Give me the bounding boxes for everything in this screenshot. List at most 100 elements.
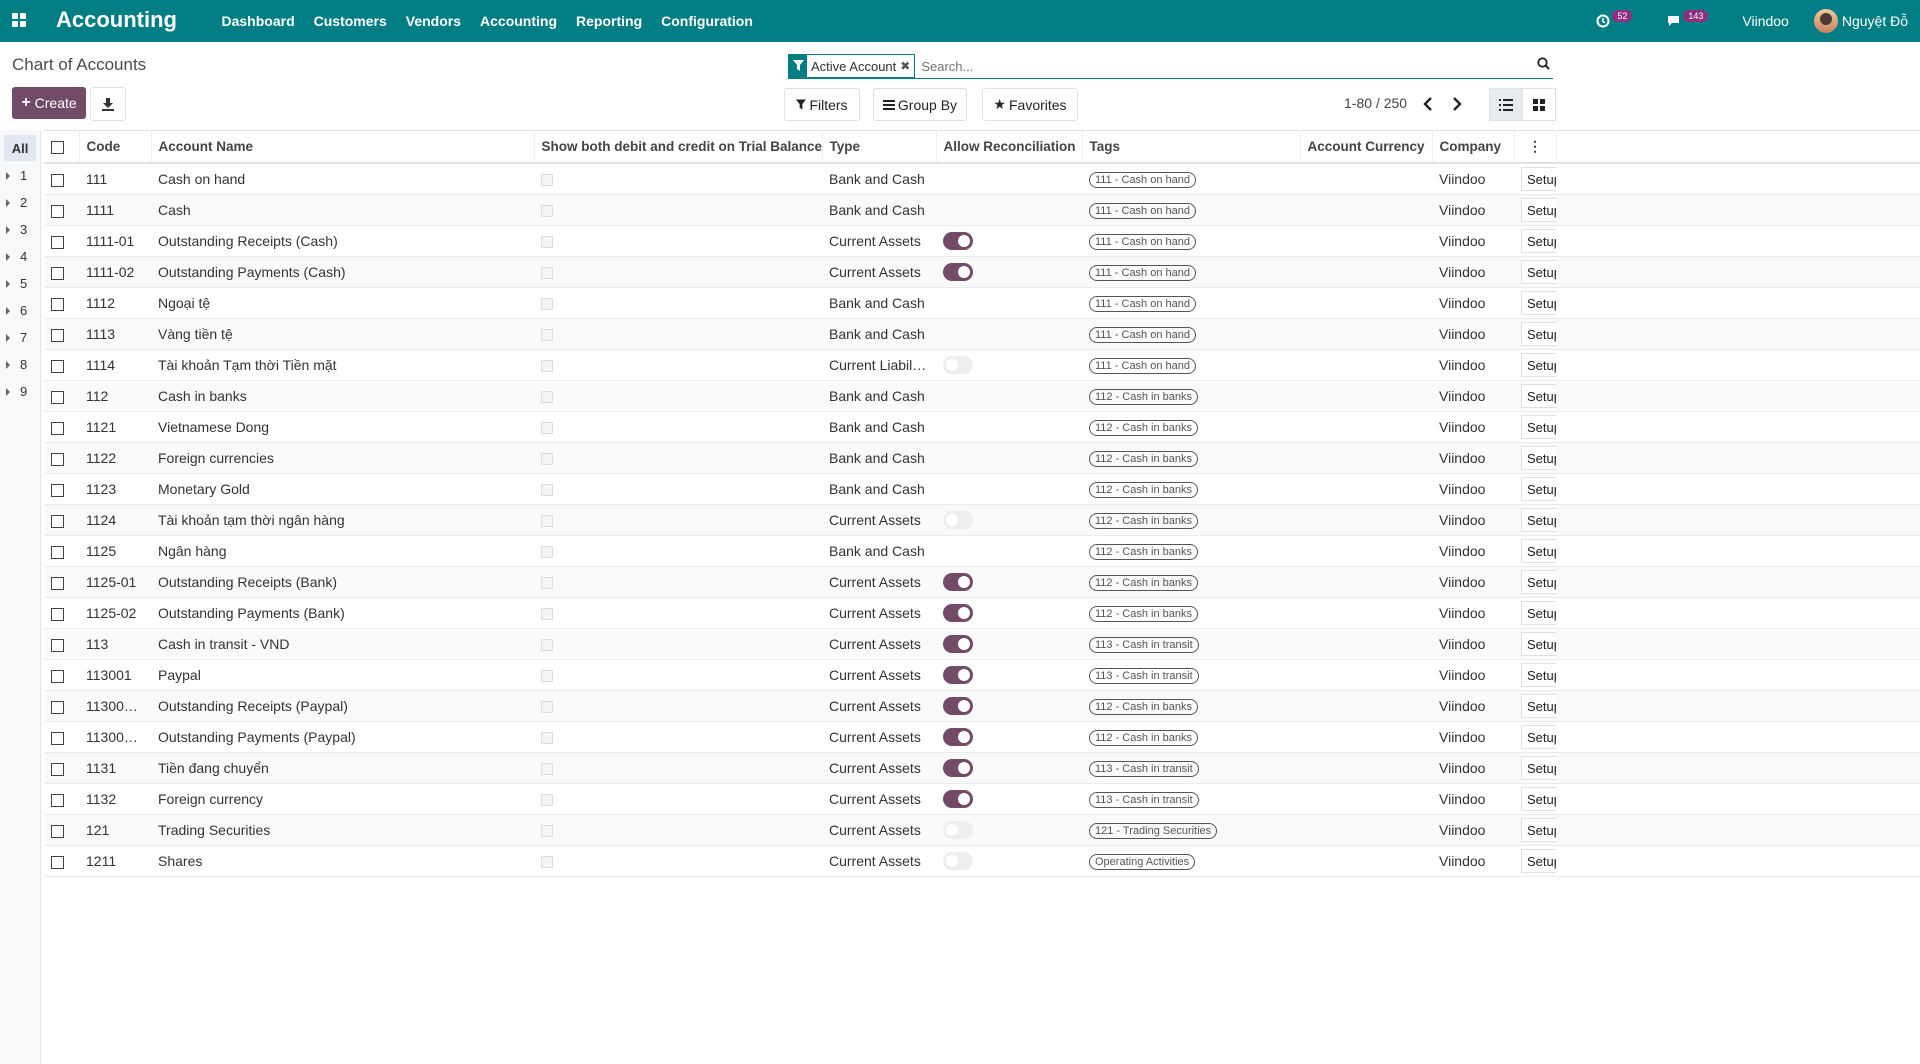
- row-checkbox[interactable]: [51, 545, 64, 559]
- setup-button[interactable]: Setup: [1521, 353, 1556, 377]
- header-tags[interactable]: Tags: [1081, 130, 1300, 164]
- cell-company[interactable]: Viindoo: [1432, 473, 1514, 505]
- cell-account-name[interactable]: Outstanding Receipts (Cash): [151, 225, 534, 257]
- search-panel-item[interactable]: 5: [6, 276, 36, 291]
- cell-company[interactable]: Viindoo: [1432, 845, 1514, 877]
- cell-account-name[interactable]: Paypal: [151, 659, 534, 691]
- table-row[interactable]: 1121 Vietnamese Dong Bank and Cash 112 - Ca…: [44, 411, 1920, 443]
- cell-type[interactable]: Bank and Cash: [822, 380, 936, 412]
- tag-badge[interactable]: 112 - Cash in banks: [1089, 544, 1199, 560]
- row-select-cell[interactable]: [44, 597, 79, 629]
- row-select-cell[interactable]: [44, 349, 79, 381]
- setup-button[interactable]: Setup: [1521, 787, 1556, 811]
- reconcile-toggle[interactable]: [943, 604, 973, 623]
- cell-type[interactable]: Current Assets: [822, 566, 936, 598]
- table-row[interactable]: 113001 Paypal Current Assets 113 - Cash in …: [44, 659, 1920, 691]
- user-menu[interactable]: Nguyệt Đỗ: [1813, 9, 1908, 33]
- setup-button[interactable]: Setup: [1521, 508, 1556, 532]
- cell-code[interactable]: 112: [79, 380, 151, 412]
- cell-type[interactable]: Current Assets: [822, 225, 936, 257]
- cell-account-name[interactable]: Outstanding Payments (Cash): [151, 256, 534, 288]
- row-select-cell[interactable]: [44, 566, 79, 598]
- row-checkbox[interactable]: [51, 731, 64, 745]
- table-row[interactable]: 1122 Foreign currencies Bank and Cash 112 -…: [44, 442, 1920, 474]
- tag-badge[interactable]: Operating Activities: [1089, 854, 1196, 870]
- row-select-cell[interactable]: [44, 535, 79, 567]
- cell-code[interactable]: 113001-...: [79, 721, 151, 753]
- row-select-cell[interactable]: [44, 287, 79, 319]
- cell-code[interactable]: 1123: [79, 473, 151, 505]
- cell-account-name[interactable]: Ngân hàng: [151, 535, 534, 567]
- cell-company[interactable]: Viindoo: [1432, 566, 1514, 598]
- cell-account-name[interactable]: Tài khoản Tạm thời Tiền mặt: [151, 349, 534, 381]
- setup-button[interactable]: Setup: [1521, 694, 1556, 718]
- setup-button[interactable]: Setup: [1521, 849, 1556, 873]
- cell-type[interactable]: Bank and Cash: [822, 442, 936, 474]
- cell-code[interactable]: 1111: [79, 194, 151, 226]
- cell-account-name[interactable]: Cash in transit - VND: [151, 628, 534, 660]
- row-checkbox[interactable]: [51, 638, 64, 652]
- table-row[interactable]: 1131 Tiền đang chuyển Current Assets 113 - …: [44, 752, 1920, 784]
- setup-button[interactable]: Setup: [1521, 446, 1556, 470]
- cell-type[interactable]: Current Assets: [822, 845, 936, 877]
- search-icon[interactable]: [1533, 57, 1553, 75]
- row-checkbox[interactable]: [51, 235, 64, 249]
- row-checkbox[interactable]: [51, 452, 64, 466]
- row-checkbox[interactable]: [51, 266, 64, 280]
- search-panel-all[interactable]: All: [4, 135, 36, 161]
- search-input[interactable]: [919, 57, 1533, 75]
- cell-company[interactable]: Viindoo: [1432, 163, 1514, 195]
- cell-type[interactable]: Bank and Cash: [822, 287, 936, 319]
- apps-menu-icon[interactable]: [12, 13, 26, 27]
- cell-type[interactable]: Current Assets: [822, 256, 936, 288]
- setup-button[interactable]: Setup: [1521, 725, 1556, 749]
- reconcile-toggle[interactable]: [943, 790, 973, 809]
- cell-type[interactable]: Current Assets: [822, 659, 936, 691]
- cell-company[interactable]: Viindoo: [1432, 442, 1514, 474]
- messaging-menu[interactable]: 143: [1666, 10, 1709, 28]
- cell-account-name[interactable]: Foreign currencies: [151, 442, 534, 474]
- cell-account-name[interactable]: Tài khoản tạm thời ngân hàng: [151, 504, 534, 536]
- reconcile-toggle[interactable]: [943, 263, 973, 282]
- table-row[interactable]: 1113 Vàng tiền tệ Bank and Cash 111 - Cash …: [44, 318, 1920, 350]
- setup-button[interactable]: Setup: [1521, 539, 1556, 563]
- header-account-name[interactable]: Account Name: [150, 130, 534, 164]
- setup-button[interactable]: Setup: [1521, 663, 1556, 687]
- reconcile-toggle[interactable]: [943, 697, 973, 716]
- setup-button[interactable]: Setup: [1521, 229, 1556, 253]
- row-select-cell[interactable]: [44, 845, 79, 877]
- table-row[interactable]: 112 Cash in banks Bank and Cash 112 - Cash …: [44, 380, 1920, 412]
- reconcile-toggle[interactable]: [943, 852, 973, 871]
- cell-code[interactable]: 1211: [79, 845, 151, 877]
- row-select-cell[interactable]: [44, 163, 79, 195]
- cell-account-name[interactable]: Outstanding Receipts (Paypal): [151, 690, 534, 722]
- tag-badge[interactable]: 113 - Cash in transit: [1089, 637, 1199, 653]
- row-select-cell[interactable]: [44, 814, 79, 846]
- tag-badge[interactable]: 111 - Cash on hand: [1089, 172, 1196, 188]
- reconcile-toggle[interactable]: [943, 356, 973, 375]
- cell-code[interactable]: 1125-02: [79, 597, 151, 629]
- row-select-cell[interactable]: [44, 380, 79, 412]
- tag-badge[interactable]: 112 - Cash in banks: [1089, 730, 1199, 746]
- row-checkbox[interactable]: [51, 669, 64, 683]
- menu-configuration[interactable]: Configuration: [652, 0, 763, 42]
- row-select-cell[interactable]: [44, 318, 79, 350]
- tag-badge[interactable]: 112 - Cash in banks: [1089, 606, 1199, 622]
- pager-next-button[interactable]: [1443, 88, 1471, 119]
- cell-code[interactable]: 1114: [79, 349, 151, 381]
- table-row[interactable]: 1111-02 Outstanding Payments (Cash) Curren…: [44, 256, 1920, 288]
- tag-badge[interactable]: 112 - Cash in banks: [1089, 699, 1199, 715]
- cell-company[interactable]: Viindoo: [1432, 659, 1514, 691]
- tag-badge[interactable]: 113 - Cash in transit: [1089, 668, 1199, 684]
- cell-account-name[interactable]: Ngoại tệ: [151, 287, 534, 319]
- menu-dashboard[interactable]: Dashboard: [212, 0, 304, 42]
- pager-value[interactable]: 1-80 / 250: [1344, 95, 1407, 111]
- row-checkbox[interactable]: [51, 576, 64, 590]
- row-select-cell[interactable]: [44, 752, 79, 784]
- cell-company[interactable]: Viindoo: [1432, 256, 1514, 288]
- cell-company[interactable]: Viindoo: [1432, 690, 1514, 722]
- header-account-currency[interactable]: Account Currency: [1299, 130, 1432, 164]
- search-panel-item[interactable]: 4: [6, 249, 36, 264]
- row-checkbox[interactable]: [51, 483, 64, 497]
- tag-badge[interactable]: 112 - Cash in banks: [1089, 513, 1199, 529]
